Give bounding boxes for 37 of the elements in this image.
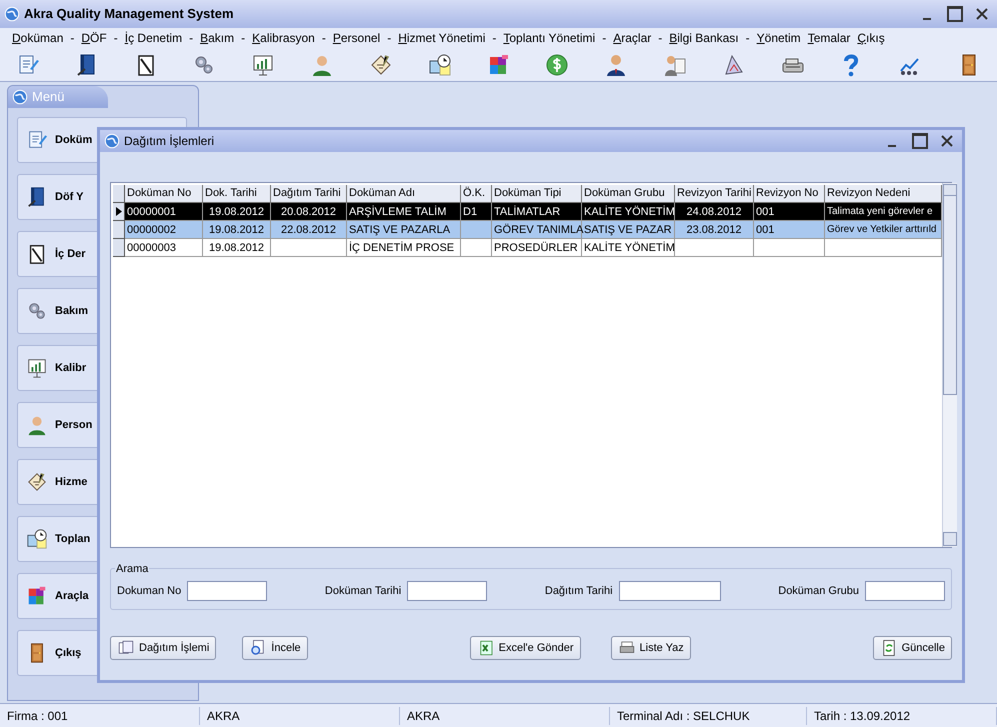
status-field: AKRA: [400, 706, 610, 724]
table-cell: KALİTE YÖNETİM: [582, 239, 675, 257]
column-header: Revizyon Nedeni: [825, 185, 942, 203]
field-label: Doküman Grubu: [778, 584, 859, 599]
menu-separator: -: [189, 30, 194, 47]
menu-separator: -: [492, 30, 496, 47]
column-header: Revizyon No: [754, 185, 825, 203]
field-label: Doküman Tarihi: [324, 584, 402, 599]
table-cell: 00000003: [125, 239, 203, 257]
menu-separator: -: [70, 30, 74, 47]
status-field: Tarih : 13.09.2012: [807, 706, 997, 724]
panel-title: Menü: [32, 88, 65, 106]
column-header: Dağıtım Tarihi: [271, 185, 347, 203]
column-header: Revizyon Tarihi: [675, 185, 754, 203]
column-header: Doküman Adı: [347, 185, 461, 203]
menu-separator: -: [387, 30, 392, 47]
window-title: Akra Quality Management System: [24, 5, 234, 24]
status-field: Terminal Adı : SELCHUK: [610, 706, 807, 724]
column-header: Doküman Grubu: [582, 185, 675, 203]
menu-separator: -: [658, 30, 662, 47]
menu-separator: -: [241, 30, 246, 47]
column-header: Doküman No: [125, 185, 203, 203]
status-field: AKRA: [200, 706, 400, 724]
table-cell: İÇ DENETİM PROSE: [347, 239, 461, 257]
column-header: Doküman Tipi: [492, 185, 582, 203]
column-header: Dok. Tarihi: [203, 185, 271, 203]
menu-separator: -: [114, 30, 118, 47]
menu-separator: -: [322, 30, 326, 47]
child-window-title: Dağıtım İşlemleri: [124, 133, 214, 150]
status-field: Firma : 001: [0, 706, 200, 724]
table-cell: 19.08.2012: [203, 239, 271, 257]
field-label: Dağıtım Tarihi: [544, 584, 613, 599]
table-cell: PROSEDÜRLER: [492, 239, 582, 257]
field-label: Dokuman No: [117, 584, 182, 599]
menu-separator: -: [602, 30, 606, 47]
menu-separator: -: [746, 30, 750, 47]
column-header: Ö.K.: [461, 185, 492, 203]
